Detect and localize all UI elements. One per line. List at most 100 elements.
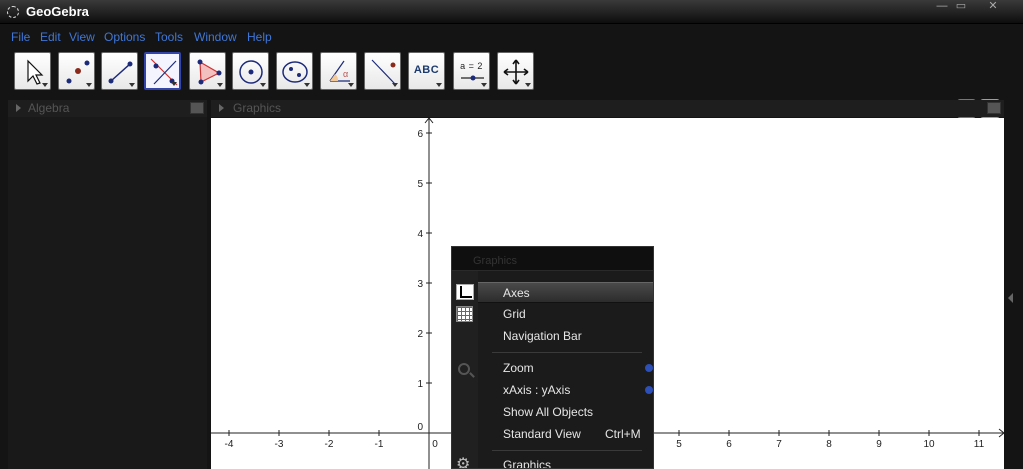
axes-icon <box>456 284 474 300</box>
polygon-tool[interactable] <box>189 52 226 90</box>
menu-item-shortcut: Ctrl+M <box>605 427 641 441</box>
menu-view[interactable]: View <box>69 30 95 44</box>
dropdown-triangle-icon <box>171 82 177 86</box>
menu-item-label: Graphics <box>503 458 552 469</box>
menu-item-grid[interactable]: Grid <box>478 304 653 325</box>
slider-tool[interactable]: a = 2 <box>453 52 490 90</box>
menu-separator <box>492 352 642 353</box>
dropdown-triangle-icon <box>481 83 487 87</box>
grid-icon <box>456 306 473 322</box>
menu-item-label: Zoom <box>503 361 534 375</box>
y-tick-label: 1 <box>417 379 423 390</box>
y-tick-label: 2 <box>417 329 423 340</box>
move-graphics-tool[interactable] <box>497 52 534 90</box>
context-menu-title: Graphics <box>473 255 518 267</box>
dropdown-triangle-icon <box>525 83 531 87</box>
x-tick-label: -1 <box>375 439 384 450</box>
submenu-arrow-icon <box>645 386 653 394</box>
menu-bar: File Edit View Options Tools Window Help <box>0 28 1023 46</box>
algebra-view-header: Algebra <box>8 100 207 117</box>
dropdown-triangle-icon <box>217 83 223 87</box>
perpendicular-line-icon <box>150 58 178 86</box>
menu-file[interactable]: File <box>11 30 30 44</box>
expand-arrow-icon[interactable] <box>219 104 224 112</box>
y-tick-label: 3 <box>417 279 423 290</box>
context-menu-header: Graphics <box>452 247 653 271</box>
toolbar: α ABC a = 2 ? ⚙ <box>0 46 1023 139</box>
close-button[interactable]: ✕ <box>985 0 1001 14</box>
x-tick-label: -3 <box>275 439 284 450</box>
close-view-button[interactable] <box>987 102 1001 114</box>
menu-item-label: xAxis : yAxis <box>503 383 571 397</box>
collapse-handle-icon[interactable] <box>1008 293 1013 303</box>
dropdown-triangle-icon <box>348 83 354 87</box>
graphics-view-title: Graphics <box>233 101 282 115</box>
x-tick-label: 5 <box>676 439 682 450</box>
reflect-tool[interactable] <box>364 52 401 90</box>
y-tick-label: 5 <box>417 179 423 190</box>
dropdown-triangle-icon <box>42 83 48 87</box>
x-tick-label: 11 <box>974 439 985 450</box>
geogebra-logo-icon <box>7 6 19 18</box>
dropdown-triangle-icon <box>304 83 310 87</box>
menu-options[interactable]: Options <box>104 30 145 44</box>
menu-item-axes[interactable]: Axes <box>478 282 653 303</box>
y-origin-label: 0 <box>417 422 423 433</box>
dropdown-triangle-icon <box>392 83 398 87</box>
graphics-view-header: Graphics <box>211 100 1004 117</box>
menu-item-label: Axes <box>503 286 530 300</box>
text-tool[interactable]: ABC <box>408 52 445 90</box>
zoom-icon <box>458 363 470 375</box>
submenu-arrow-icon <box>645 364 653 372</box>
menu-item-label: Standard View <box>503 427 581 441</box>
x-tick-label: 10 <box>923 439 935 450</box>
menu-window[interactable]: Window <box>194 30 237 44</box>
dropdown-triangle-icon <box>260 83 266 87</box>
perpendicular-line-tool[interactable] <box>144 52 181 90</box>
menu-item-standard-view[interactable]: Standard View Ctrl+M <box>478 424 653 445</box>
dropdown-triangle-icon <box>436 83 442 87</box>
menu-separator <box>492 450 642 451</box>
menu-item-graphics-settings[interactable]: Graphics <box>478 455 653 469</box>
minimize-button[interactable]: — <box>936 0 948 14</box>
x-tick-label: 6 <box>726 439 732 450</box>
x-tick-label: 9 <box>876 439 882 450</box>
menu-item-navigation-bar[interactable]: Navigation Bar <box>478 326 653 347</box>
y-tick-label: 4 <box>417 229 423 240</box>
menu-item-label: Show All Objects <box>503 405 594 419</box>
menu-item-show-all-objects[interactable]: Show All Objects <box>478 402 653 423</box>
expand-arrow-icon[interactable] <box>16 104 21 112</box>
algebra-view-title: Algebra <box>28 101 70 115</box>
menu-item-zoom[interactable]: Zoom <box>478 358 653 379</box>
line-tool[interactable] <box>101 52 138 90</box>
x-tick-label: 8 <box>826 439 832 450</box>
window-title: GeoGebra <box>26 4 89 19</box>
menu-item-label: Grid <box>503 307 526 321</box>
dropdown-triangle-icon <box>86 83 92 87</box>
text-tool-label: ABC <box>413 64 440 76</box>
title-bar: GeoGebra — ▭ ✕ <box>0 0 1023 24</box>
dropdown-triangle-icon <box>129 83 135 87</box>
x-tick-label: 0 <box>432 439 438 450</box>
angle-tool[interactable]: α <box>320 52 357 90</box>
x-tick-label: -2 <box>325 439 334 450</box>
maximize-button[interactable]: ▭ <box>950 0 972 14</box>
menu-tools[interactable]: Tools <box>155 30 183 44</box>
menu-item-xaxis-yaxis[interactable]: xAxis : yAxis <box>478 380 653 401</box>
point-tool[interactable] <box>58 52 95 90</box>
menu-edit[interactable]: Edit <box>40 30 61 44</box>
gear-icon: ⚙ <box>456 456 471 469</box>
menu-item-label: Navigation Bar <box>503 329 582 343</box>
ellipse-tool[interactable] <box>276 52 313 90</box>
circle-tool[interactable] <box>232 52 269 90</box>
menu-help[interactable]: Help <box>247 30 272 44</box>
x-tick-label: 7 <box>776 439 782 450</box>
side-panel-strip <box>1004 118 1023 469</box>
graphics-context-menu: Graphics Axes Grid Navigation Bar Zoom x… <box>451 246 654 469</box>
x-tick-label: -4 <box>225 439 234 450</box>
svg-text:α: α <box>343 69 348 79</box>
algebra-view[interactable] <box>8 117 207 469</box>
y-tick-label: 6 <box>417 129 423 140</box>
close-view-button[interactable] <box>190 102 204 114</box>
move-tool[interactable] <box>14 52 51 90</box>
